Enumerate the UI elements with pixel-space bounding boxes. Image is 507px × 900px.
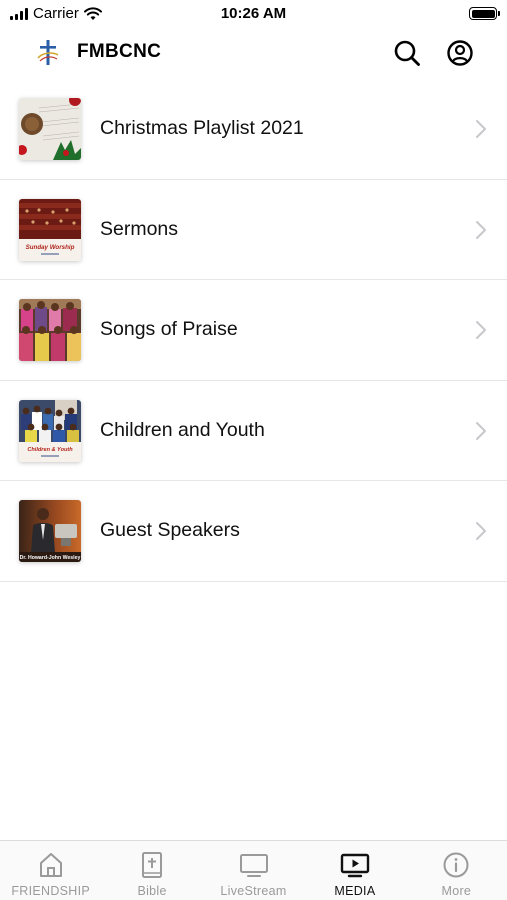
monitor-icon [239,854,268,877]
app-title: FMBCNC [77,41,162,62]
sunday-worship-thumbnail: Sunday Worship [19,198,81,261]
thumb-caption: Dr. Howard-John Wesley [20,555,81,561]
item-label: Guest Speakers [100,519,240,541]
tab-label: FRIENDSHIP [11,884,91,898]
search-icon[interactable] [392,38,422,68]
item-label: Children and Youth [100,418,265,441]
status-bar: Carrier 10:26 AM [0,0,507,28]
list-item-songs-of-praise[interactable]: Songs of Praise [0,280,507,381]
item-label: Songs of Praise [100,318,238,340]
list-item-guest-speakers[interactable]: Dr. Howard-John Wesley Guest Speakers [0,481,507,582]
info-icon [443,852,469,878]
list-item-children-and-youth[interactable]: Children & Youth Children and Youth [0,381,507,481]
tab-media[interactable]: MEDIA [304,841,405,900]
tab-label: Bible [137,884,167,898]
bible-icon [142,852,163,878]
tab-label: More [441,884,472,898]
thumb-caption: Children & Youth [27,447,73,453]
media-list: Christmas Playlist 2021 Sunday Worship S… [0,79,507,582]
home-icon [39,853,62,877]
tab-friendship[interactable]: FRIENDSHIP [0,841,101,900]
tab-livestream[interactable]: LiveStream [203,841,304,900]
chevron-right-icon [476,220,486,239]
guest-speaker-thumbnail: Dr. Howard-John Wesley [19,500,81,562]
children-youth-thumbnail: Children & Youth [19,399,81,462]
tab-label: LiveStream [220,884,287,898]
account-circle-icon[interactable] [445,38,475,68]
tab-bible[interactable]: Bible [101,841,202,900]
thumb-caption: Sunday Worship [26,244,75,251]
chevron-right-icon [476,120,486,138]
tab-more[interactable]: More [406,841,507,900]
cross-logo-icon [37,40,59,65]
list-item-sermons[interactable]: Sunday Worship Sermons [0,180,507,280]
item-label: Christmas Playlist 2021 [100,117,304,139]
choir-thumbnail [19,299,81,361]
chevron-right-icon [476,421,486,440]
chevron-right-icon [476,321,486,339]
chevron-right-icon [476,522,486,540]
battery-icon [469,7,500,20]
status-time: 10:26 AM [220,5,287,22]
christmas-thumbnail [19,98,81,160]
play-video-icon [340,853,370,878]
tab-label: MEDIA [334,884,376,898]
list-item-christmas-playlist[interactable]: Christmas Playlist 2021 [0,79,507,180]
app-header: FMBCNC [0,28,507,78]
item-label: Sermons [100,217,179,240]
tab-bar: FRIENDSHIP Bible LiveStream MEDIA More [0,840,507,900]
